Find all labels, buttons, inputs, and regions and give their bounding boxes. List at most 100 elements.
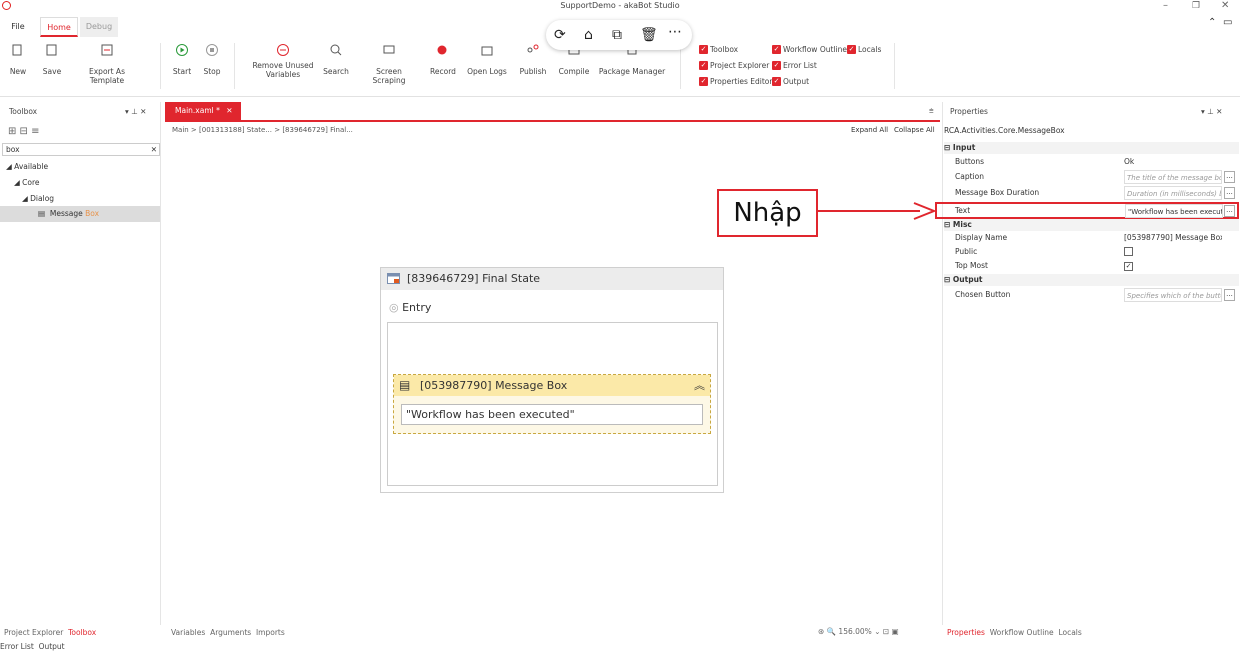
tab-imports[interactable]: Imports xyxy=(256,628,285,637)
tree-available-label: Available xyxy=(14,162,49,171)
toolbox-title: Toolbox ▾ ⊥ ✕ xyxy=(9,105,159,119)
open-logs-button[interactable]: Open Logs xyxy=(467,41,507,76)
caption-ellipsis-button[interactable]: ... xyxy=(1224,171,1235,183)
category-input[interactable]: ⊟ Input xyxy=(944,142,1239,154)
text-ellipsis-button[interactable]: ... xyxy=(1224,205,1235,217)
prop-top-most[interactable]: Top Most ✓ xyxy=(944,259,1239,273)
publish-button[interactable]: Publish xyxy=(517,41,549,76)
prop-caption[interactable]: Caption The title of the message box... xyxy=(944,170,1239,184)
toggle-workflow-outline[interactable]: Workflow Outline xyxy=(772,44,847,55)
clear-search-icon[interactable]: ✕ xyxy=(151,144,157,155)
save-button[interactable]: Save xyxy=(40,41,64,76)
final-state-header[interactable]: [839646729] Final State xyxy=(381,268,723,290)
copy-icon[interactable]: ⧉ xyxy=(612,27,622,43)
toolbox-search-input[interactable]: box ✕ xyxy=(2,143,160,156)
tree-dialog[interactable]: ◢ Dialog xyxy=(22,192,54,206)
topmost-checkbox[interactable]: ✓ xyxy=(1124,259,1222,273)
screen-scraping-button[interactable]: Screen Scraping xyxy=(360,41,418,85)
duration-ellipsis-button[interactable]: ... xyxy=(1224,187,1235,199)
tab-home[interactable]: Home xyxy=(40,17,78,37)
toggle-toolbox-label: Toolbox xyxy=(710,45,739,54)
remove-unused-variables-button[interactable]: Remove Unused Variables xyxy=(252,41,314,79)
unlock-icon[interactable]: ⌂ xyxy=(584,27,593,43)
tree-available[interactable]: ◢ Available xyxy=(6,160,48,174)
final-state-icon xyxy=(387,273,400,284)
properties-title-label: Properties xyxy=(950,107,988,116)
prop-caption-input[interactable]: The title of the message box xyxy=(1124,170,1222,184)
prop-buttons-value[interactable]: Ok xyxy=(1124,155,1222,169)
chosen-ellipsis-button[interactable]: ... xyxy=(1224,289,1235,301)
zoom-dropdown-icon[interactable]: ⌄ xyxy=(874,627,880,636)
restore-icon[interactable]: ❐ xyxy=(1192,0,1200,12)
tab-output[interactable]: Output xyxy=(39,642,65,651)
zoom-search-icon[interactable]: 🔍 xyxy=(827,627,836,636)
tab-overflow-icon[interactable]: ⩧ xyxy=(929,106,934,116)
tab-debug[interactable]: Debug xyxy=(80,17,118,37)
overview-icon[interactable]: ⊛ xyxy=(818,627,824,636)
minimize-icon[interactable]: – xyxy=(1163,0,1168,12)
activity-text-input[interactable]: "Workflow has been executed" xyxy=(401,404,703,425)
fit-screen-icon[interactable]: ⊡ xyxy=(883,627,889,636)
prop-display-value[interactable]: [053987790] Message Box xyxy=(1124,231,1222,245)
add-comment-icon[interactable]: ⟳ xyxy=(554,27,566,43)
more-icon[interactable]: ⋯ xyxy=(668,24,682,40)
tab-error-list[interactable]: Error List xyxy=(0,642,34,651)
start-button[interactable]: Start xyxy=(172,41,192,76)
toggle-output[interactable]: Output xyxy=(772,76,809,87)
prop-chosen-button[interactable]: Chosen Button Specifies which of the butt… xyxy=(944,288,1239,302)
toolbox-panel: Toolbox ▾ ⊥ ✕ ⊞ ⊟ ≡ box ✕ ◢ Available ◢ … xyxy=(0,102,161,625)
tree-core[interactable]: ◢ Core xyxy=(14,176,40,190)
message-box-activity[interactable]: ▤ [053987790] Message Box ︽ "Workflow ha… xyxy=(393,374,711,434)
pin-icon[interactable]: ▾ ⊥ ✕ xyxy=(125,105,146,119)
prop-text-input[interactable]: "Workflow has been execut xyxy=(1125,204,1223,218)
tab-variables[interactable]: Variables xyxy=(171,628,205,637)
tab-properties[interactable]: Properties xyxy=(947,628,985,637)
final-state-block[interactable]: [839646729] Final State ◎ Entry ▤ [05398… xyxy=(380,267,724,493)
ribbon-separator xyxy=(680,43,681,89)
category-misc[interactable]: ⊟ Misc xyxy=(944,219,1239,231)
expand-all-link[interactable]: Expand All xyxy=(851,126,888,134)
tab-toolbox[interactable]: Toolbox xyxy=(68,628,96,637)
close-tab-icon[interactable]: ✕ xyxy=(226,106,232,115)
search-button[interactable]: Search xyxy=(322,41,350,76)
trash-icon[interactable]: 🗑 xyxy=(640,27,658,43)
tab-workflow-outline[interactable]: Workflow Outline xyxy=(990,628,1054,637)
toggle-project-explorer[interactable]: Project Explorer xyxy=(699,60,769,71)
prop-public[interactable]: Public xyxy=(944,245,1239,259)
breadcrumb[interactable]: Main > [001313188] State... > [839646729… xyxy=(172,126,353,134)
toolbox-search-value: box xyxy=(6,145,20,154)
toggle-locals[interactable]: Locals xyxy=(847,44,881,55)
tab-project-explorer[interactable]: Project Explorer xyxy=(4,628,63,637)
tree-message-box[interactable]: ▤ Message Box xyxy=(0,206,160,222)
tab-arguments[interactable]: Arguments xyxy=(210,628,251,637)
compile-label: Compile xyxy=(558,67,590,76)
zoom-level[interactable]: 156.00% xyxy=(838,627,871,636)
new-button[interactable]: New xyxy=(8,41,28,76)
record-button[interactable]: Record xyxy=(428,41,458,76)
collapse-activity-icon[interactable]: ︽ xyxy=(694,375,705,396)
collapse-all-link[interactable]: Collapse All xyxy=(894,126,935,134)
toggle-properties-editor[interactable]: Properties Editor xyxy=(699,76,772,87)
prop-chosen-input[interactable]: Specifies which of the butto xyxy=(1124,288,1222,302)
prop-duration[interactable]: Message Box Duration Duration (in millise… xyxy=(944,186,1239,200)
tab-locals[interactable]: Locals xyxy=(1058,628,1081,637)
toggle-error-list[interactable]: Error List xyxy=(772,60,817,71)
prop-text[interactable]: Text "Workflow has been execut... xyxy=(935,202,1239,219)
prop-display-name[interactable]: Display Name [053987790] Message Box xyxy=(944,231,1239,245)
toggle-toolbox[interactable]: Toolbox xyxy=(699,44,738,55)
properties-pin-icon[interactable]: ▾ ⊥ ✕ xyxy=(1201,105,1222,119)
export-template-button[interactable]: Export As Template xyxy=(72,41,142,85)
tab-file[interactable]: File xyxy=(4,17,32,37)
category-output[interactable]: ⊟ Output xyxy=(944,274,1239,286)
prop-duration-input[interactable]: Duration (in milliseconds) b xyxy=(1124,186,1222,200)
tab-main-xaml[interactable]: Main.xaml * ✕ xyxy=(165,102,241,120)
toolbox-tool-icons[interactable]: ⊞ ⊟ ≡ xyxy=(8,126,40,137)
public-checkbox[interactable] xyxy=(1124,245,1222,259)
activity-header[interactable]: ▤ [053987790] Message Box ︽ xyxy=(394,375,710,396)
minimap-icon[interactable]: ▣ xyxy=(892,627,899,636)
display-options-icon[interactable]: ▭ xyxy=(1223,17,1232,28)
prop-buttons[interactable]: Buttons Ok xyxy=(944,155,1239,169)
close-icon[interactable]: ✕ xyxy=(1221,0,1229,12)
collapse-ribbon-icon[interactable]: ⌃ xyxy=(1208,17,1216,28)
stop-button[interactable]: Stop xyxy=(202,41,222,76)
